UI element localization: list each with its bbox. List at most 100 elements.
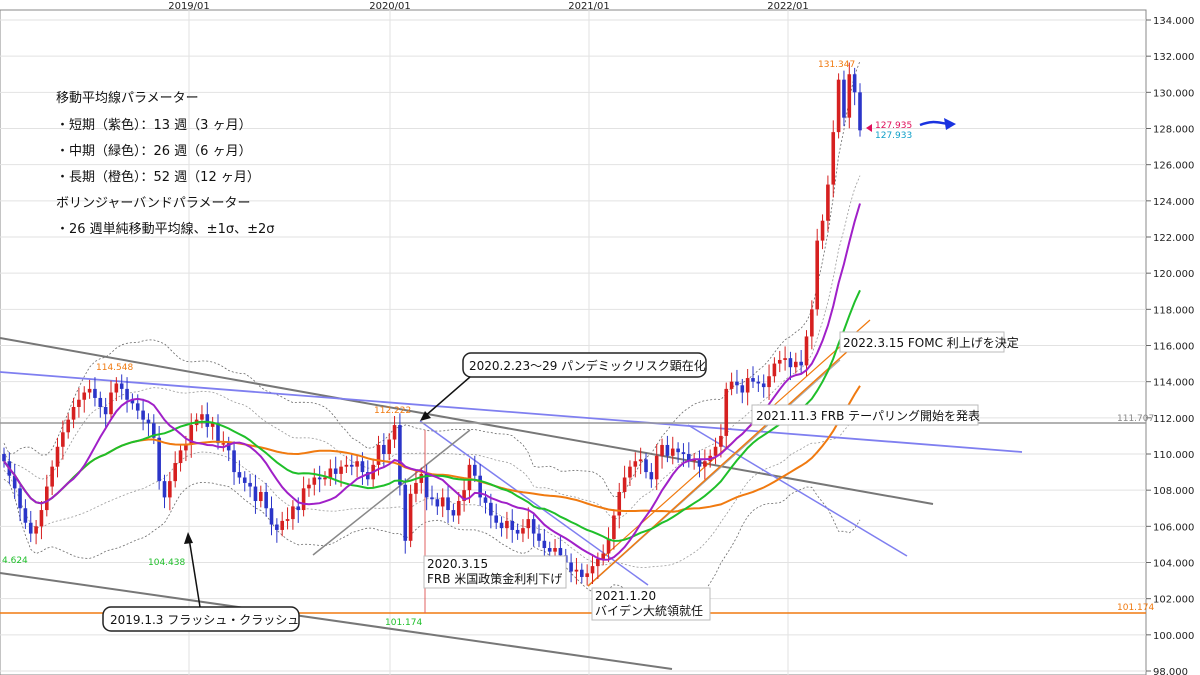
candle-body [430,497,434,500]
y-tick-label: 120.000 [1153,269,1194,280]
candle-body [713,446,718,456]
candle-body [18,488,22,509]
candle-body [794,361,798,368]
candle-body [601,553,605,559]
candle-body [296,506,301,511]
candle-body [510,520,515,530]
candle-body [146,419,151,424]
label-ref-101: 101.174 [1117,603,1154,613]
label-low-2019: 104.438 [148,558,185,568]
candle-body [333,468,338,474]
candle-body [237,472,242,478]
parameter-title: 移動平均線パラメーター [56,90,199,106]
candle-body [82,392,87,400]
candle-body [141,410,145,420]
candle-body [285,519,290,521]
candle-body [162,481,167,498]
candle-body [740,385,745,393]
candle-body [184,444,188,451]
annotation-frb-cut: 2020.3.15 FRB 米国政策金利利下げ [423,555,567,589]
candle-body [724,388,729,436]
y-tick-label: 126.000 [1153,161,1194,172]
y-tick-label: 114.000 [1153,378,1194,389]
candle-body [34,526,38,534]
y-tick-label: 130.000 [1153,88,1194,99]
candle-body [858,92,862,131]
candle-body [644,459,648,473]
candle-body [168,481,172,498]
y-axis: 98.000 100.000 102.000 104.000 106.000 108.00… [1146,16,1194,675]
label-ref-112: 111.707 [1117,414,1154,424]
candle-body [109,392,113,415]
candle-body [547,548,552,552]
candle-body [216,423,220,444]
candle-body [248,482,252,487]
candle-body [61,432,65,447]
candle-body [745,378,750,393]
candle-body [467,464,472,491]
candle-body [382,444,386,454]
candle-body [494,515,498,523]
candle-body [93,388,97,398]
candle-body [376,444,381,465]
parameter-line-3: ・長期（橙色）：52 週（12 ヶ月） [56,169,260,185]
candle-body [804,336,809,366]
candle-body [451,510,456,516]
candle-body [280,520,284,530]
annotation-tapering-text: 2021.11.3 FRB テーパリング開始を発表 [756,409,980,423]
y-tick-label: 106.000 [1153,522,1194,533]
candle-body [301,488,306,511]
label-low-2018: 4.624 [2,556,28,566]
candle-body [531,519,536,534]
candle-body [852,74,857,93]
candle-body [767,376,771,388]
annotation-flash-crash-text: 2019.1.3 フラッシュ・クラッシュ [110,613,299,627]
candle-body [810,309,814,337]
candle-body [349,464,354,467]
candle-body [606,538,611,554]
candle-body [729,381,734,389]
parameter-line-5: ・26 週単純移動平均線、±1σ、±2σ [56,221,274,237]
chart-canvas: 98.000 100.000 102.000 104.000 106.000 108.00… [0,1,1194,675]
candle-body [590,566,595,574]
candle-body [307,484,311,489]
candle-body [847,74,852,118]
candle-body [756,381,761,384]
candle-body [553,548,557,552]
candle-body [777,359,782,364]
candle-body [761,383,766,388]
candle-body [23,508,28,523]
candle-body [66,419,70,433]
annotation-biden-date: 2021.1.20 [595,589,656,603]
x-tick-label: 2019/01 [168,1,210,12]
candle-body [2,454,6,462]
y-tick-label: 98.000 [1153,667,1188,675]
y-tick-label: 100.000 [1153,631,1194,642]
candle-body [440,497,445,507]
candle-body [173,463,177,482]
candle-body [719,435,723,447]
y-tick-label: 102.000 [1153,595,1194,606]
candle-body [264,491,268,509]
candle-body [232,450,236,473]
annotation-fomc: 2022.3.15 FOMC 利上げを決定 [839,331,1019,353]
candle-body [414,482,418,494]
label-low-2020: 101.174 [385,618,422,628]
candle-body [815,240,819,310]
y-tick-label: 134.000 [1153,16,1194,27]
candle-body [98,397,103,407]
candle-body [499,522,504,529]
candle-body [735,381,739,386]
candle-body [473,464,477,476]
y-tick-label: 110.000 [1153,450,1194,461]
candle-body [339,466,343,474]
annotation-fomc-text: 2022.3.15 FOMC 利上げを決定 [843,335,1019,350]
candle-body [574,569,579,572]
candle-body [638,459,643,462]
candle-body [783,358,787,360]
y-tick-label: 122.000 [1153,233,1194,244]
y-tick-label: 124.000 [1153,197,1194,208]
label-last-close-b: 127.933 [875,131,912,141]
candle-body [135,403,140,411]
label-high-2020: 112.222 [374,406,411,416]
